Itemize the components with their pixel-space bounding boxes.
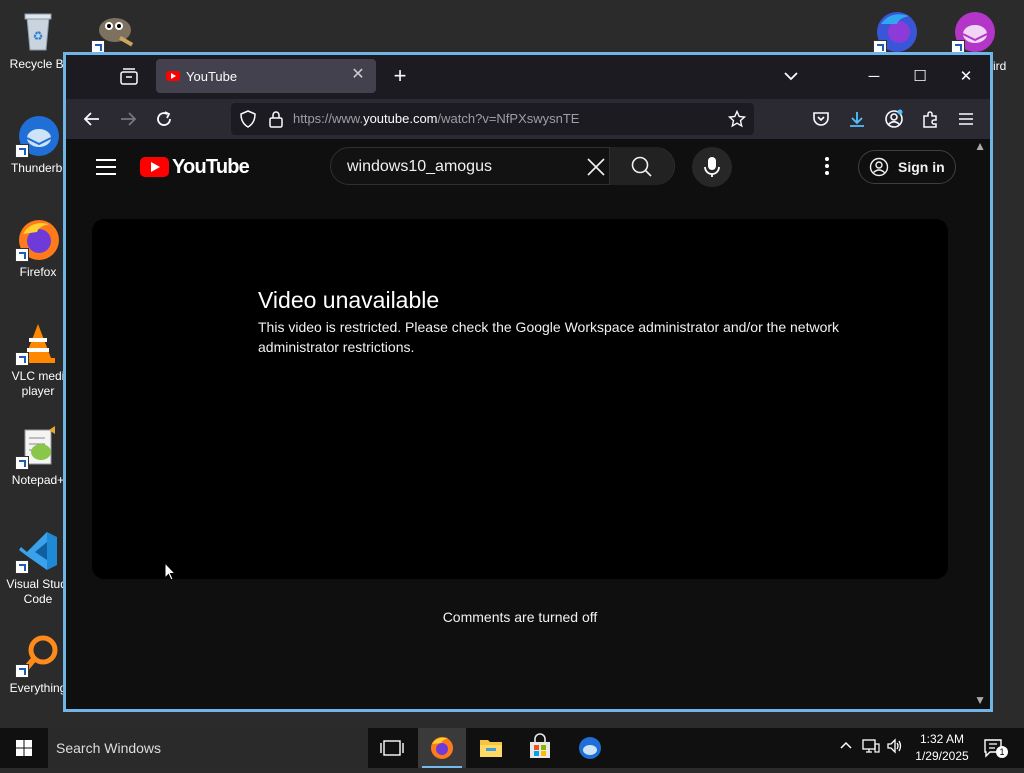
- mouse-cursor-icon: [164, 561, 177, 582]
- account-icon[interactable]: [880, 105, 908, 133]
- youtube-favicon-icon: [166, 71, 180, 81]
- shortcut-arrow-icon: [15, 560, 29, 574]
- shortcut-arrow-icon: [15, 456, 29, 470]
- shortcut-arrow-icon: [15, 664, 29, 678]
- shortcut-arrow-icon: [15, 248, 29, 262]
- url-prefix: https://www.: [293, 111, 364, 126]
- guide-menu-icon[interactable]: [96, 159, 116, 175]
- scroll-down-arrow-icon[interactable]: ▼: [974, 693, 986, 707]
- network-icon[interactable]: [862, 738, 880, 757]
- clear-search-icon[interactable]: [581, 152, 611, 182]
- settings-more-vertical-icon[interactable]: [824, 157, 830, 177]
- tab-youtube[interactable]: YouTube ✕: [156, 59, 376, 93]
- url-bar[interactable]: https://www.youtube.com/watch?v=NfPXswys…: [231, 103, 754, 135]
- forward-arrow-icon[interactable]: [114, 105, 142, 133]
- search-box[interactable]: windows10_amogus: [330, 147, 675, 185]
- new-tab-button[interactable]: +: [388, 65, 412, 89]
- search-input[interactable]: windows10_amogus: [347, 158, 492, 176]
- taskbar-microsoft-store-icon[interactable]: [516, 728, 564, 768]
- user-avatar-icon: [869, 157, 889, 177]
- youtube-page: YouTube windows10_amogus Sign in Video u…: [66, 139, 990, 709]
- system-clock[interactable]: 1:32 AM 1/29/2025: [910, 731, 974, 765]
- sign-in-label: Sign in: [898, 159, 945, 175]
- taskbar-search-box[interactable]: Search Windows: [48, 728, 368, 768]
- thunderbird-beta-icon: [951, 8, 997, 54]
- recycle-bin-icon: ♻: [15, 8, 61, 54]
- shortcut-arrow-icon: [15, 144, 29, 158]
- youtube-logo-text: YouTube: [172, 156, 250, 178]
- minimize-button[interactable]: ─: [854, 63, 894, 91]
- notification-count-badge: 1: [996, 746, 1008, 758]
- desktop-icon-gimp[interactable]: [74, 8, 154, 57]
- vlc-cone-icon: [15, 320, 61, 366]
- shield-icon[interactable]: [239, 110, 257, 128]
- taskbar-firefox-icon[interactable]: [418, 728, 466, 768]
- bookmark-star-icon[interactable]: [727, 109, 747, 128]
- url-domain: youtube.com: [363, 111, 438, 126]
- clock-time: 1:32 AM: [919, 732, 965, 746]
- search-button[interactable]: [609, 147, 674, 185]
- taskbar-thunderbird-icon[interactable]: [566, 728, 614, 768]
- taskbar-search-placeholder: Search Windows: [56, 740, 162, 756]
- action-center-notification-icon[interactable]: 1: [982, 736, 1008, 760]
- reload-icon[interactable]: [150, 105, 178, 133]
- tab-close-icon[interactable]: ✕: [348, 65, 368, 85]
- lock-icon[interactable]: [267, 110, 285, 128]
- taskbar-file-explorer-icon[interactable]: [467, 728, 515, 768]
- desktop-icon-firefox-nightly[interactable]: [856, 8, 936, 57]
- everything-search-icon: [15, 632, 61, 678]
- volume-speaker-icon[interactable]: [886, 738, 904, 757]
- downloads-icon[interactable]: [843, 105, 871, 133]
- video-player[interactable]: [92, 219, 948, 579]
- vscode-icon: [15, 528, 61, 574]
- close-window-button[interactable]: ✕: [946, 63, 986, 91]
- start-windows-logo-icon[interactable]: [0, 728, 48, 768]
- taskbar: Search Windows 1:32 AM 1/29/2025 1: [0, 728, 1024, 768]
- list-all-tabs-chevron-icon[interactable]: [771, 63, 811, 91]
- youtube-play-logo-icon: [140, 157, 169, 177]
- gimp-icon: [91, 8, 137, 54]
- tab-title: YouTube: [186, 69, 238, 84]
- title-bar: YouTube ✕ + ─ ☐ ✕: [66, 55, 990, 99]
- maximize-button[interactable]: ☐: [900, 63, 940, 91]
- thunderbird-icon: [15, 112, 61, 158]
- firefox-icon: [15, 216, 61, 262]
- sign-in-button[interactable]: Sign in: [858, 150, 956, 184]
- app-menu-hamburger-icon[interactable]: [952, 105, 980, 133]
- task-view-icon[interactable]: [368, 728, 416, 768]
- desktop-icon-label: ird: [993, 59, 1007, 73]
- pocket-icon[interactable]: [807, 105, 835, 133]
- error-title: Video unavailable: [258, 287, 440, 313]
- extensions-puzzle-icon[interactable]: [916, 105, 944, 133]
- notepadpp-icon: [15, 424, 61, 470]
- shortcut-arrow-icon: [15, 352, 29, 366]
- desktop-icon-thunderbird-beta[interactable]: [934, 8, 1014, 57]
- navigation-toolbar: https://www.youtube.com/watch?v=NfPXswys…: [66, 99, 990, 139]
- browser-window: YouTube ✕ + ─ ☐ ✕ https://www.youtube.co…: [63, 52, 993, 712]
- scroll-up-arrow-icon[interactable]: ▲: [974, 139, 986, 153]
- svg-text:♻: ♻: [33, 29, 44, 43]
- clock-date: 1/29/2025: [915, 749, 969, 763]
- firefox-nightly-icon: [873, 8, 919, 54]
- tab-list-icon[interactable]: [118, 66, 140, 88]
- url-text[interactable]: https://www.youtube.com/watch?v=NfPXswys…: [293, 111, 579, 126]
- show-hidden-icons-chevron-icon[interactable]: [839, 738, 853, 755]
- url-path: /watch?v=NfPXswysnTE: [437, 111, 580, 126]
- comments-status: Comments are turned off: [442, 609, 598, 625]
- back-arrow-icon[interactable]: [78, 105, 106, 133]
- voice-search-microphone-icon[interactable]: [692, 147, 732, 187]
- error-message: This video is restricted. Please check t…: [258, 319, 840, 355]
